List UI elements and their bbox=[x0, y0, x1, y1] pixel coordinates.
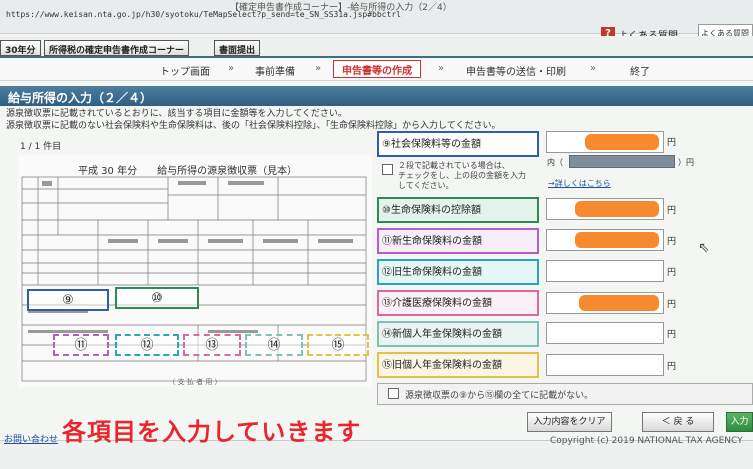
step-prepare[interactable]: 事前準備 bbox=[255, 63, 295, 78]
clear-button[interactable]: 入力内容をクリア bbox=[527, 412, 612, 432]
inner-prefix: 内（ bbox=[547, 158, 563, 167]
instruction-line-2: 源泉徴収票に記載のない社会保険料や生命保険料は、後の「社会保険料控除」、「生命保… bbox=[6, 121, 501, 131]
step-create-active[interactable]: 申告書等の作成 bbox=[333, 60, 421, 78]
marker-15: ⑮ bbox=[307, 334, 369, 356]
field-label-new-life-insurance: ⑪新生命保険料の金額 bbox=[377, 228, 539, 254]
marker-11: ⑪ bbox=[53, 334, 109, 356]
field-label-old-pension-insurance: ⑮旧個人年金保険料の金額 bbox=[377, 352, 539, 378]
new-pension-insurance-input[interactable] bbox=[546, 322, 664, 344]
two-line-checkbox[interactable] bbox=[382, 164, 393, 175]
step-separator: » bbox=[438, 63, 445, 74]
record-count: 1 / 1 件目 bbox=[20, 142, 62, 152]
field-label-new-pension-insurance: ⑭新個人年金保険料の金額 bbox=[377, 321, 539, 347]
step-separator: » bbox=[228, 63, 235, 74]
unit-yen: 円 bbox=[667, 300, 677, 310]
step-separator: » bbox=[590, 63, 597, 74]
unit-yen: 円 bbox=[667, 138, 677, 148]
next-button[interactable]: 入力 bbox=[726, 412, 753, 432]
unit-yen: 円 bbox=[667, 362, 677, 372]
no-description-label: 源泉徴収票の⑨から⑮欄の全てに記載がない。 bbox=[405, 391, 594, 401]
step-top[interactable]: トップ画面 bbox=[160, 63, 210, 78]
sample-form-footer: （ 支 払 者 用 ） bbox=[168, 378, 222, 386]
detail-link[interactable]: →詳しくはこちら bbox=[548, 178, 611, 189]
medical-care-insurance-input[interactable] bbox=[546, 292, 664, 314]
field-label-life-insurance-deduction: ⑩生命保険料の控除額 bbox=[377, 197, 539, 223]
marker-13: ⑬ bbox=[183, 334, 241, 356]
mouse-cursor-icon: ⇖ bbox=[698, 240, 710, 256]
print-submit-button[interactable]: 書面提出 bbox=[214, 40, 261, 56]
life-insurance-deduction-input[interactable] bbox=[546, 198, 664, 220]
marker-9: ⑨ bbox=[27, 289, 109, 311]
contact-link[interactable]: お問い合わせ bbox=[4, 432, 58, 445]
no-description-checkbox[interactable] bbox=[388, 388, 399, 399]
unit-yen: 円 bbox=[667, 206, 677, 216]
unit-yen: 円 bbox=[667, 268, 677, 278]
old-life-insurance-input[interactable] bbox=[546, 260, 664, 282]
marker-10: ⑩ bbox=[115, 287, 199, 309]
social-insurance-input[interactable] bbox=[546, 131, 664, 153]
step-separator: » bbox=[315, 63, 322, 74]
old-pension-insurance-input[interactable] bbox=[546, 354, 664, 376]
url-text[interactable]: https://www.keisan.nta.go.jp/h30/syotoku… bbox=[6, 10, 401, 19]
year-button[interactable]: 30年分 bbox=[0, 40, 41, 56]
inner-amount-input[interactable] bbox=[569, 155, 675, 168]
unit-yen: 円 bbox=[667, 237, 677, 247]
step-send-print[interactable]: 申告書等の送信・印刷 bbox=[466, 63, 566, 78]
new-life-insurance-input[interactable] bbox=[546, 229, 664, 251]
overlay-annotation: 各項目を入力していきます bbox=[62, 418, 362, 446]
inner-suffix: ）円 bbox=[678, 158, 694, 167]
copyright-text: Copyright (c) 2019 NATIONAL TAX AGENCY bbox=[550, 436, 743, 446]
two-line-note-3: してください。 bbox=[398, 181, 454, 190]
marker-12: ⑫ bbox=[115, 334, 179, 356]
field-label-social-insurance: ⑨社会保険料等の金額 bbox=[377, 131, 539, 157]
step-finish[interactable]: 終了 bbox=[630, 63, 650, 78]
marker-14: ⑭ bbox=[245, 334, 303, 356]
back-button[interactable]: ＜ 戻 る bbox=[642, 412, 714, 432]
section-title: 給与所得の入力（２／４） bbox=[8, 91, 153, 105]
corner-button[interactable]: 所得税の確定申告書作成コーナー bbox=[44, 40, 190, 56]
field-label-medical-care-insurance: ⑬介護医療保険料の金額 bbox=[377, 290, 539, 316]
unit-yen: 円 bbox=[667, 330, 677, 340]
field-label-old-life-insurance: ⑫旧生命保険料の金額 bbox=[377, 259, 539, 285]
